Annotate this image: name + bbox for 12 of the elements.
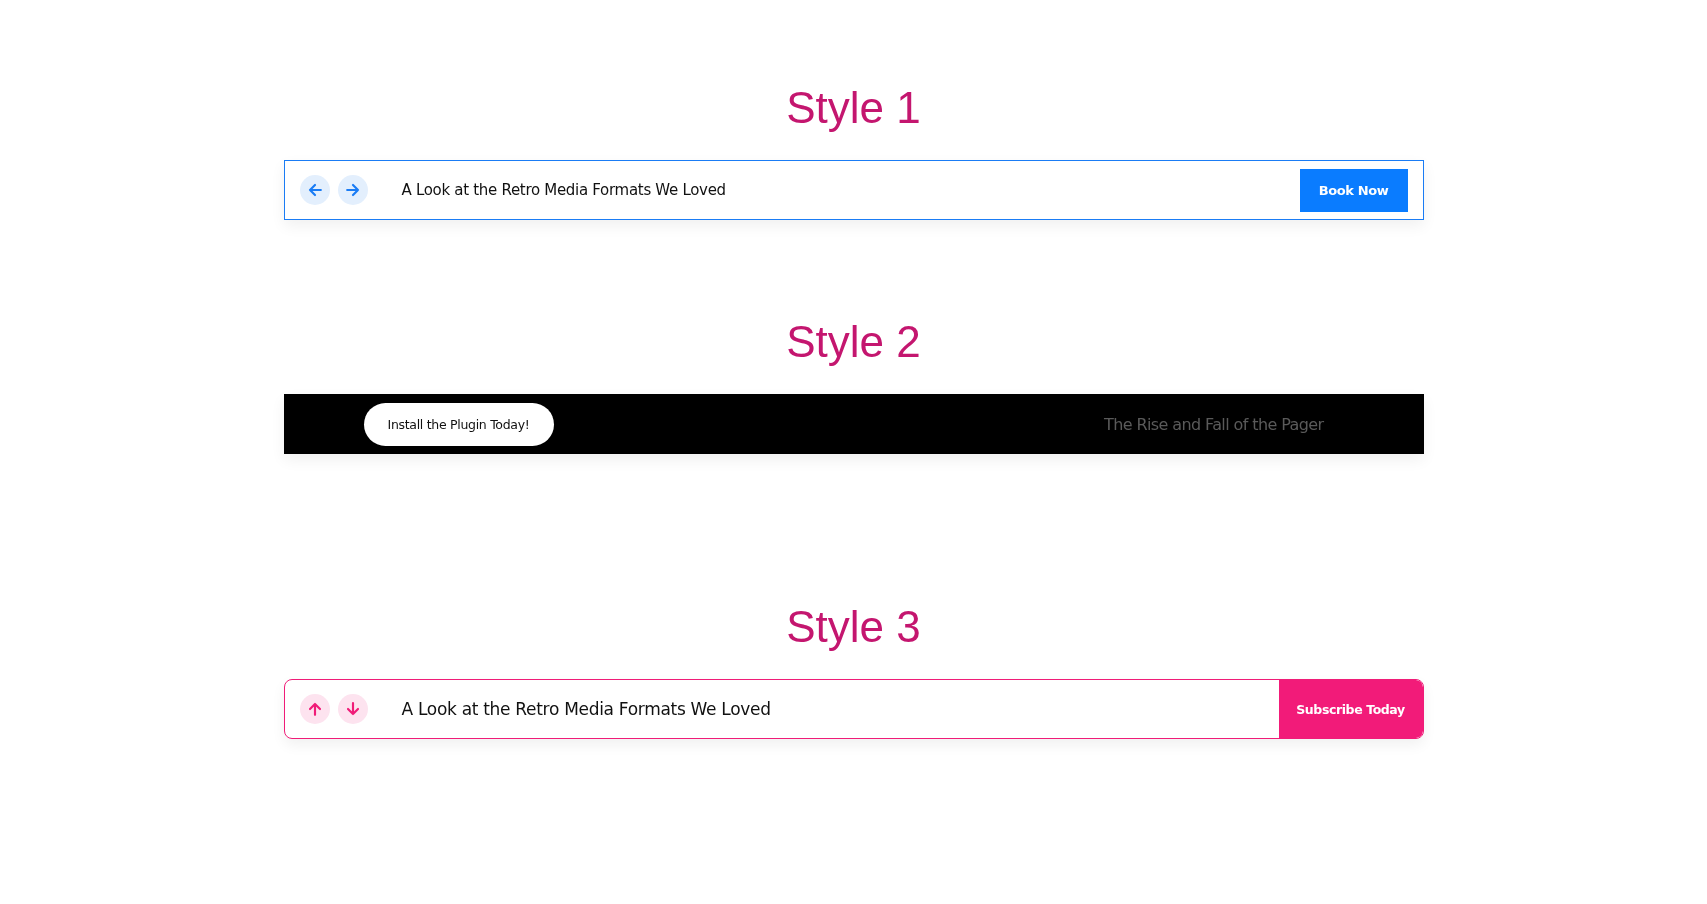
up-button[interactable] <box>299 694 330 724</box>
previous-button[interactable] <box>299 175 330 205</box>
section-title: Style 1 <box>786 82 921 134</box>
section-title: Style 3 <box>786 601 921 653</box>
section-title: Style 2 <box>786 316 921 368</box>
book-now-button[interactable]: Book Now <box>1299 168 1408 212</box>
subscribe-button[interactable]: Subscribe Today <box>1278 680 1423 738</box>
down-button[interactable] <box>337 694 368 724</box>
install-button[interactable]: Install the Plugin Today! <box>363 402 554 446</box>
ticker-headline[interactable]: A Look at the Retro Media Formats We Loved <box>401 181 726 199</box>
next-button[interactable] <box>337 175 368 205</box>
ticker-headline[interactable]: A Look at the Retro Media Formats We Loved <box>401 699 771 719</box>
